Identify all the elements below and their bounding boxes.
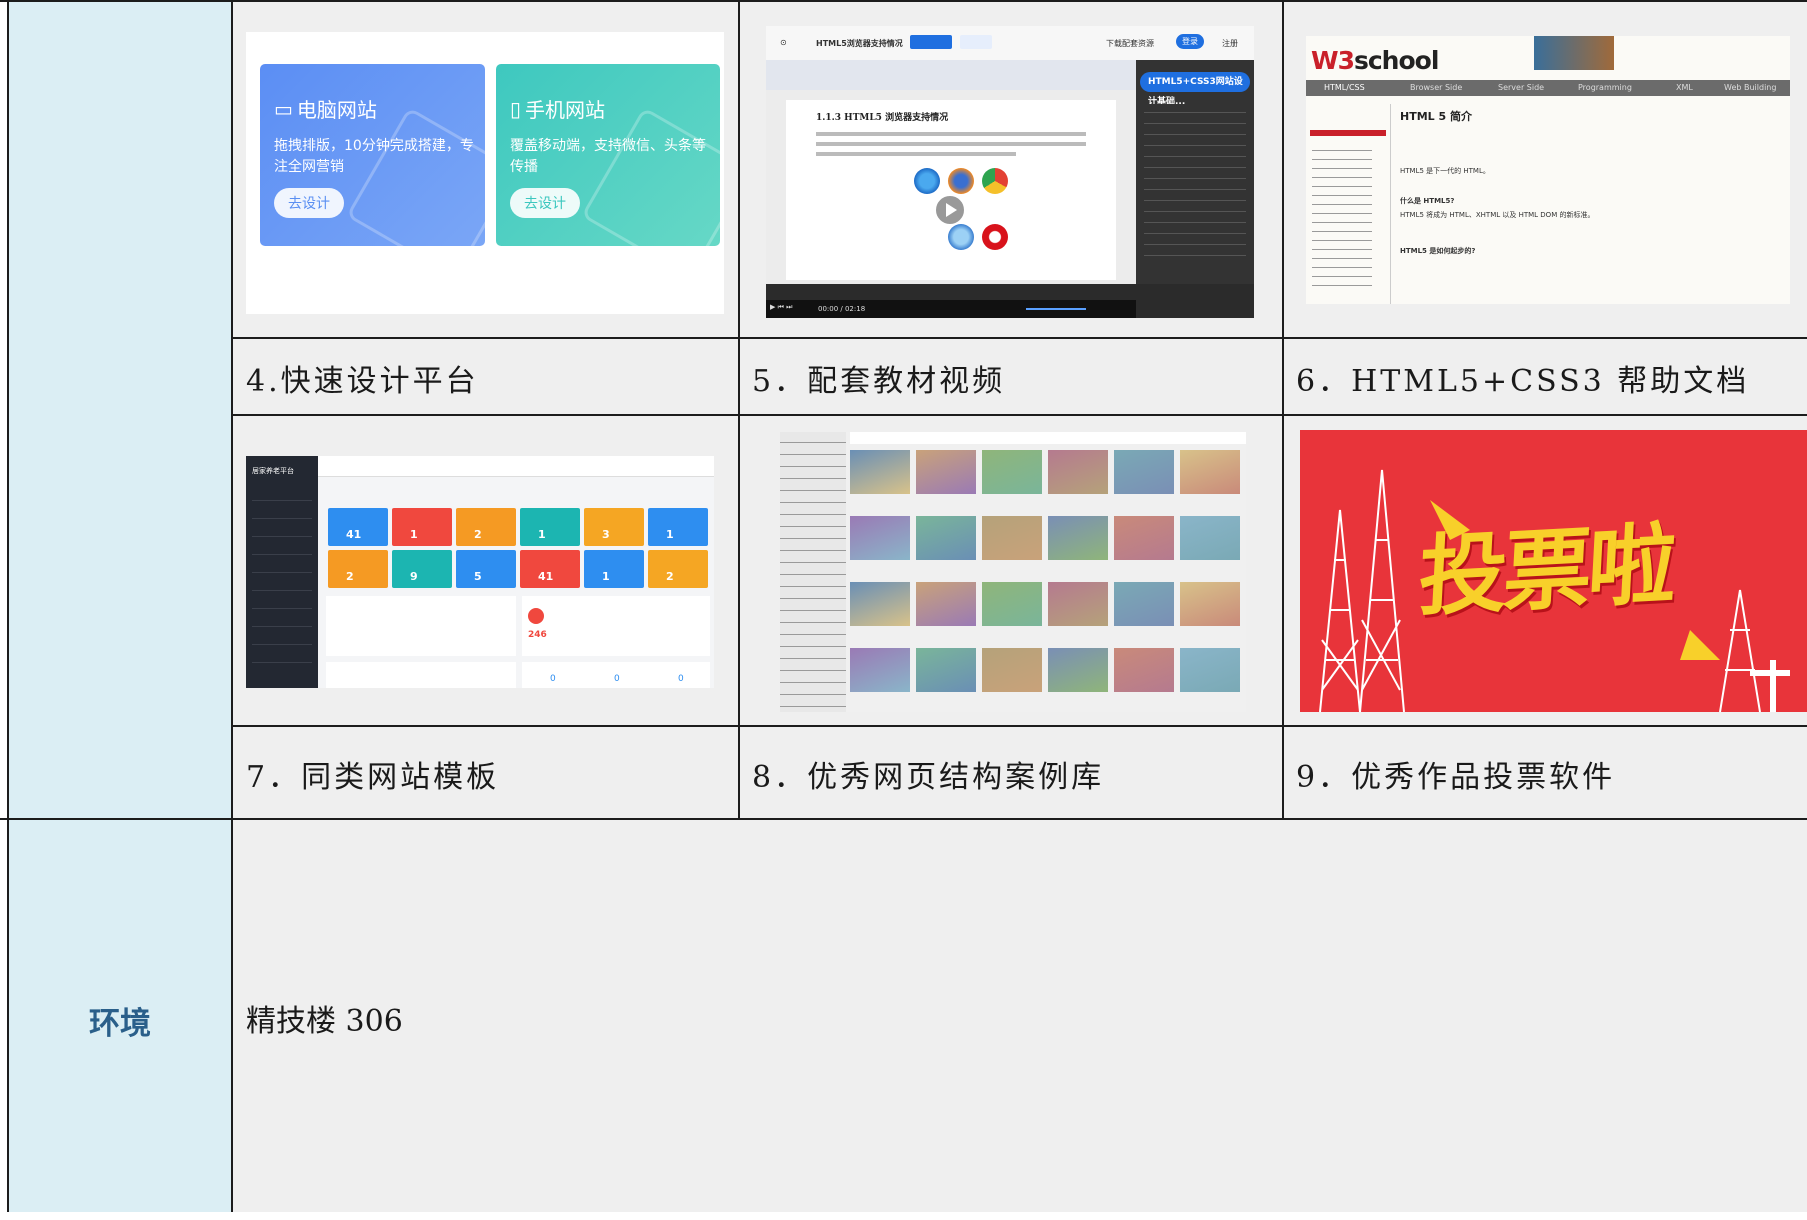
gallery-thumbnail	[1180, 516, 1240, 560]
page-heading: 1.1.3 HTML5 浏览器支持情况	[816, 113, 949, 123]
gallery-thumbnail	[1048, 450, 1108, 494]
caption-5: 5．配套教材视频	[752, 364, 1006, 399]
course-heading: HTML5+CSS3网站设计基础...	[1140, 72, 1250, 107]
video-topbar: ⊙ HTML5浏览器支持情况 下载配套资源 登录 注册	[766, 26, 1254, 60]
download-link: 下载配套资源	[1106, 39, 1154, 48]
environment-value: 精技楼 306	[246, 1004, 403, 1039]
caption-8: 8．优秀网页结构案例库	[752, 760, 1105, 795]
w3school-main: HTML 5 简介 HTML5 是下一代的 HTML。 什么是 HTML5? H…	[1400, 108, 1790, 256]
register-link: 注册	[1222, 39, 1238, 48]
login-button: 登录	[1176, 34, 1204, 49]
caption-9: 9．优秀作品投票软件	[1296, 760, 1616, 795]
gallery-thumbnail	[982, 450, 1042, 494]
w3school-logo: W3school	[1311, 46, 1439, 75]
caption-7: 7．同类网站模板	[246, 760, 500, 795]
safari-icon	[948, 224, 974, 250]
grid-line	[0, 818, 1807, 820]
gallery-thumbnail	[1180, 582, 1240, 626]
pc-website-card: ▭ 电脑网站 拖拽排版，10分钟完成搭建，专注全网营销 去设计	[260, 64, 485, 246]
grid-line	[232, 725, 1807, 727]
gallery-thumbnail	[1048, 648, 1108, 692]
w3school-nav: HTML/CSS Browser Side Server Side Progra…	[1306, 80, 1790, 96]
video-document: 1.1.3 HTML5 浏览器支持情况	[766, 60, 1136, 284]
opera-icon	[982, 224, 1008, 250]
grid-line	[738, 0, 740, 820]
mobile-design-button: 去设计	[510, 188, 580, 218]
gallery-thumbnail	[1180, 450, 1240, 494]
gallery-thumbnail	[1114, 516, 1174, 560]
gallery-thumbnail	[916, 516, 976, 560]
gallery-thumbnail	[982, 516, 1042, 560]
sos-icon	[528, 608, 544, 624]
gallery-thumbnail	[850, 582, 910, 626]
gallery-thumbnail	[1114, 450, 1174, 494]
caption-4: 4.快速设计平台	[246, 364, 479, 399]
video-title: HTML5浏览器支持情况	[816, 39, 903, 48]
gallery-thumbnail	[1114, 648, 1174, 692]
vote-screenshot: 投票啦	[1300, 430, 1807, 712]
w3school-leftnav	[1306, 104, 1391, 304]
gallery-thumbnail	[916, 582, 976, 626]
play-icon	[934, 194, 966, 226]
gallery-thumbnail	[916, 648, 976, 692]
chrome-icon	[982, 168, 1008, 194]
mobile-website-desc: 覆盖移动端，支持微信、头条等传播	[510, 138, 706, 175]
gallery-thumbnail	[850, 516, 910, 560]
grid-line	[0, 0, 1807, 2]
gallery-thumbnail	[1048, 516, 1108, 560]
video-controls: ▶ ⏮ ⏭ 00:00 / 02:18	[766, 300, 1136, 318]
firefox-icon	[948, 168, 974, 194]
pc-design-button: 去设计	[274, 188, 344, 218]
video-screenshot: ⊙ HTML5浏览器支持情况 下载配套资源 登录 注册 1.1.3 HTML5 …	[766, 26, 1254, 318]
dashboard-screenshot: 居家养老平台 41 1 2 1 3 1 2 9 5 41 1 2 246 0 0…	[246, 456, 714, 688]
back-icon: ⊙	[780, 38, 787, 47]
document-table: ▭ 电脑网站 拖拽排版，10分钟完成搭建，专注全网营销 去设计 ▯ 手机网站 覆盖移…	[0, 0, 1807, 1212]
gallery-thumbnail	[982, 648, 1042, 692]
gallery-thumbnail	[916, 450, 976, 494]
environment-label: 环境	[89, 1005, 151, 1042]
gallery-thumbnail	[1048, 582, 1108, 626]
gallery-thumbnail	[850, 450, 910, 494]
vote-title: 投票啦	[1416, 512, 1675, 629]
pc-website-title: ▭ 电脑网站	[274, 96, 377, 123]
gallery-thumbnail	[1180, 648, 1240, 692]
monitor-icon: ▭	[274, 96, 293, 121]
dashboard-title: 居家养老平台	[252, 467, 294, 475]
play-control-icon: ▶ ⏮ ⏭	[770, 303, 793, 311]
gallery-thumbnail	[1114, 582, 1174, 626]
grid-line	[232, 414, 1807, 416]
grid-line	[232, 337, 1807, 339]
phone-icon: ▯	[510, 96, 522, 121]
pc-website-desc: 拖拽排版，10分钟完成搭建，专注全网营销	[274, 138, 474, 175]
gallery-thumbnail	[850, 648, 910, 692]
w3school-heading: HTML 5 简介	[1400, 110, 1472, 123]
gallery-screenshot	[780, 432, 1246, 712]
mobile-website-card: ▯ 手机网站 覆盖移动端，支持微信、头条等传播 去设计	[496, 64, 720, 246]
w3school-screenshot: W3school HTML/CSS Browser Side Server Si…	[1306, 36, 1790, 304]
grid-line	[1282, 0, 1284, 820]
design-platform-screenshot: ▭ 电脑网站 拖拽排版，10分钟完成搭建，专注全网营销 去设计 ▯ 手机网站 覆盖移…	[246, 32, 724, 314]
caption-6: 6．HTML5+CSS3 帮助文档	[1296, 364, 1750, 399]
video-sidebar: HTML5+CSS3网站设计基础...	[1136, 60, 1254, 284]
ie-icon	[914, 168, 940, 194]
dashboard-sidebar: 居家养老平台	[246, 456, 318, 688]
video-time: 00:00 / 02:18	[818, 305, 866, 313]
gallery-thumbnail	[982, 582, 1042, 626]
mobile-website-title: ▯ 手机网站	[510, 96, 606, 123]
